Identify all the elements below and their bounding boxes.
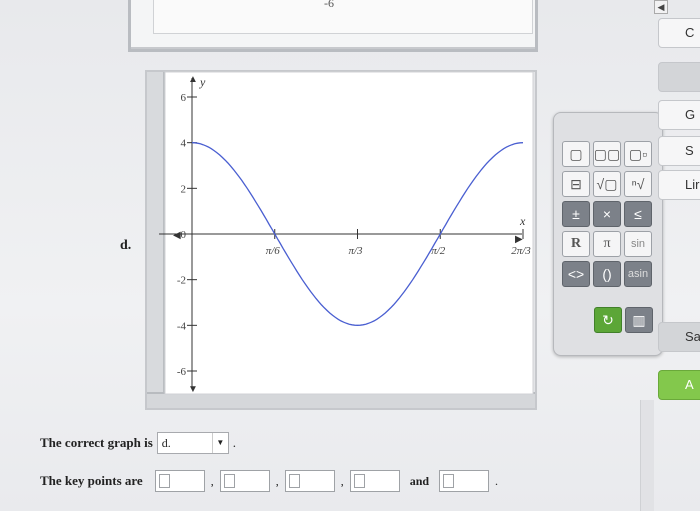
nth-root-button[interactable]: ⁿ√ <box>624 171 652 197</box>
y-tick-label: 6 <box>181 92 187 104</box>
y-axis-label: y <box>199 75 206 89</box>
palette-row-1: ▢ ▢▢ ▢▫ <box>562 141 652 167</box>
side-button-lin[interactable]: Lir <box>658 170 700 200</box>
separator-1: , <box>210 473 214 488</box>
separator-3: , <box>340 473 344 488</box>
x-axis-right-arrow: ▶ <box>515 234 523 245</box>
selected-option: d. <box>161 436 171 450</box>
separator-end: . <box>495 473 499 488</box>
key-point-input-1[interactable] <box>154 470 205 492</box>
asin-button[interactable]: asin <box>624 261 652 287</box>
correct-graph-select[interactable]: d. ▼ <box>156 432 229 454</box>
mixed-fraction-button[interactable]: ⊟ <box>562 171 590 197</box>
angle-brackets-button[interactable]: <> <box>562 261 590 287</box>
key-point-input-3[interactable] <box>284 470 335 492</box>
palette-row-5: <> () asin <box>562 261 652 287</box>
sin-button[interactable]: sin <box>624 231 652 257</box>
parentheses-button[interactable]: () <box>593 261 621 287</box>
side-button-g[interactable]: G <box>658 100 700 130</box>
x-tick-label: π/3 <box>348 245 363 257</box>
side-button-c[interactable]: C <box>658 18 700 48</box>
trash-icon[interactable]: ▥ <box>625 307 653 333</box>
less-equal-button[interactable]: ≤ <box>624 201 652 227</box>
y-axis-down-arrow: ▼ <box>188 384 198 395</box>
correct-graph-label: The correct graph is <box>40 435 153 450</box>
y-tick-label: -2 <box>177 275 186 287</box>
box-template-button[interactable]: ▢ <box>562 141 590 167</box>
exponent-template-button[interactable]: ▢▫ <box>624 141 652 167</box>
plot-area <box>164 71 534 395</box>
key-point-input-2[interactable] <box>219 470 270 492</box>
separator-and: and <box>409 473 430 488</box>
y-axis-up-arrow: ▲ <box>188 74 198 85</box>
palette-row-6: ↻ ▥ <box>594 307 653 333</box>
key-point-input-5[interactable] <box>439 470 490 492</box>
side-button-s[interactable]: S <box>658 136 700 166</box>
dropdown-arrow-icon: ▼ <box>211 433 228 453</box>
x-tick-label: 2π/3 <box>511 245 531 257</box>
y-tick-label: 2 <box>181 183 187 195</box>
fraction-template-button[interactable]: ▢▢ <box>593 141 621 167</box>
undo-icon[interactable]: ↻ <box>594 307 622 333</box>
correct-graph-row: The correct graph is d. ▼ . <box>40 432 236 454</box>
side-scrollbar[interactable] <box>640 400 654 511</box>
palette-row-4: R π sin <box>562 231 652 257</box>
side-button-sa[interactable]: Sa <box>658 322 700 352</box>
plus-minus-button[interactable]: ± <box>562 201 590 227</box>
pi-button[interactable]: π <box>593 231 621 257</box>
real-numbers-button[interactable]: R <box>562 231 590 257</box>
key-point-input-4[interactable] <box>349 470 400 492</box>
palette-row-3: ± × ≤ <box>562 201 652 227</box>
separator-2: , <box>275 473 279 488</box>
sqrt-button[interactable]: √▢ <box>593 171 621 197</box>
side-button-blank[interactable] <box>658 62 700 92</box>
times-button[interactable]: × <box>593 201 621 227</box>
key-points-row: The key points are , , , and . <box>40 470 500 492</box>
y-tick-label: 4 <box>181 138 187 150</box>
y-tick-label: -4 <box>177 320 187 332</box>
key-points-label: The key points are <box>40 473 143 488</box>
math-palette: ▢ ▢▢ ▢▫ ⊟ √▢ ⁿ√ ± × ≤ R π sin <> () asin… <box>553 112 663 356</box>
side-button-a[interactable]: A <box>658 370 700 400</box>
x-tick-label: π/6 <box>266 245 281 257</box>
palette-row-2: ⊟ √▢ ⁿ√ <box>562 171 652 197</box>
y-tick-label: -6 <box>177 366 187 378</box>
x-axis-label: x <box>519 214 526 228</box>
y-tick-label: 0 <box>181 229 187 241</box>
